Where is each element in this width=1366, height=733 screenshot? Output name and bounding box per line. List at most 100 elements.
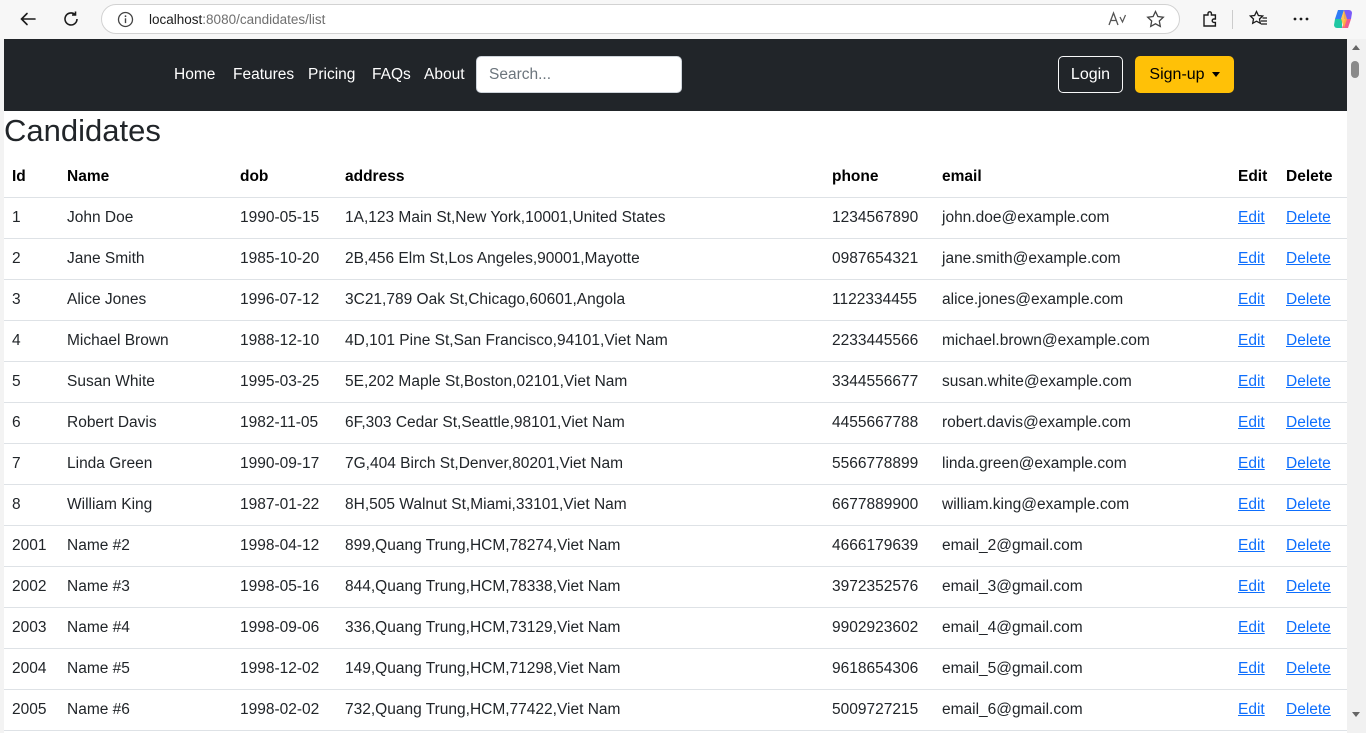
delete-link[interactable]: Delete	[1286, 332, 1331, 349]
table-body: 1 John Doe 1990-05-15 1A,123 Main St,New Yo…	[4, 197, 1347, 731]
refresh-icon[interactable]	[57, 5, 85, 33]
nav-link-faqs[interactable]: FAQs	[372, 66, 411, 84]
site-info-icon[interactable]	[117, 11, 134, 32]
cell-delete: Delete	[1278, 525, 1347, 567]
cell-phone: 2233445566	[824, 320, 934, 362]
nav-link-home[interactable]: Home	[174, 66, 215, 84]
copilot-icon[interactable]	[1329, 5, 1357, 33]
column-header-address: address	[337, 157, 824, 198]
cell-email: robert.davis@example.com	[934, 402, 1230, 444]
cell-delete: Delete	[1278, 279, 1347, 321]
delete-link[interactable]: Delete	[1286, 701, 1331, 718]
edit-link[interactable]: Edit	[1238, 660, 1265, 677]
delete-link[interactable]: Delete	[1286, 578, 1331, 595]
cell-address: 8H,505 Walnut St,Miami,33101,Viet Nam	[337, 484, 824, 526]
cell-name: Michael Brown	[59, 320, 232, 362]
cell-email: william.king@example.com	[934, 484, 1230, 526]
cell-edit: Edit	[1230, 320, 1278, 362]
delete-link[interactable]: Delete	[1286, 291, 1331, 308]
delete-link[interactable]: Delete	[1286, 209, 1331, 226]
cell-address: 6F,303 Cedar St,Seattle,98101,Viet Nam	[337, 402, 824, 444]
edit-link[interactable]: Edit	[1238, 537, 1265, 554]
back-arrow-icon[interactable]	[14, 5, 42, 33]
nav-link-about[interactable]: About	[424, 66, 465, 84]
cell-edit: Edit	[1230, 402, 1278, 444]
login-label: Login	[1070, 65, 1111, 83]
read-aloud-icon[interactable]	[1107, 11, 1127, 32]
cell-email: jane.smith@example.com	[934, 238, 1230, 280]
table-row: 2003 Name #4 1998-09-06 336,Quang Trung,HCM…	[4, 607, 1347, 649]
table-row: 2005 Name #6 1998-02-02 732,Quang Trung,HCM…	[4, 689, 1347, 731]
cell-dob: 1998-04-12	[232, 525, 337, 567]
edit-link[interactable]: Edit	[1238, 291, 1265, 308]
nav-link-features[interactable]: Features	[233, 66, 294, 84]
cell-phone: 4666179639	[824, 525, 934, 567]
cell-delete: Delete	[1278, 484, 1347, 526]
more-icon[interactable]	[1287, 5, 1315, 33]
cell-address: 899,Quang Trung,HCM,78274,Viet Nam	[337, 525, 824, 567]
scrollbar-thumb[interactable]	[1351, 61, 1359, 78]
vertical-scrollbar[interactable]	[1347, 39, 1366, 733]
browser-toolbar: localhost:8080/candidates/list	[0, 0, 1366, 39]
edit-link[interactable]: Edit	[1238, 496, 1265, 513]
edit-link[interactable]: Edit	[1238, 209, 1265, 226]
cell-email: john.doe@example.com	[934, 197, 1230, 239]
cell-name: William King	[59, 484, 232, 526]
cell-edit: Edit	[1230, 607, 1278, 649]
edit-link[interactable]: Edit	[1238, 373, 1265, 390]
extensions-icon[interactable]	[1196, 5, 1224, 33]
address-bar[interactable]: localhost:8080/candidates/list	[101, 4, 1180, 34]
cell-delete: Delete	[1278, 443, 1347, 485]
cell-delete: Delete	[1278, 648, 1347, 690]
table-row: 2 Jane Smith 1985-10-20 2B,456 Elm St,Los A…	[4, 238, 1347, 280]
cell-name: Name #4	[59, 607, 232, 649]
edit-link[interactable]: Edit	[1238, 250, 1265, 267]
url-path: :8080/candidates/list	[202, 12, 326, 27]
delete-link[interactable]: Delete	[1286, 619, 1331, 636]
login-button[interactable]: Login	[1058, 56, 1123, 93]
cell-address: 732,Quang Trung,HCM,77422,Viet Nam	[337, 689, 824, 731]
delete-link[interactable]: Delete	[1286, 496, 1331, 513]
cell-address: 4D,101 Pine St,San Francisco,94101,Viet …	[337, 320, 824, 362]
cell-edit: Edit	[1230, 566, 1278, 608]
cell-edit: Edit	[1230, 648, 1278, 690]
edit-link[interactable]: Edit	[1238, 414, 1265, 431]
delete-link[interactable]: Delete	[1286, 455, 1331, 472]
delete-link[interactable]: Delete	[1286, 373, 1331, 390]
edit-link[interactable]: Edit	[1238, 455, 1265, 472]
signup-dropdown-button[interactable]: Sign-up	[1135, 56, 1234, 93]
caret-down-icon	[1211, 72, 1220, 77]
edit-link[interactable]: Edit	[1238, 701, 1265, 718]
delete-link[interactable]: Delete	[1286, 414, 1331, 431]
url-host: localhost	[149, 12, 203, 27]
edit-link[interactable]: Edit	[1238, 619, 1265, 636]
delete-link[interactable]: Delete	[1286, 660, 1331, 677]
cell-phone: 1234567890	[824, 197, 934, 239]
cell-phone: 6677889900	[824, 484, 934, 526]
search-input[interactable]	[476, 56, 682, 93]
cell-name: Name #5	[59, 648, 232, 690]
column-header-dob: dob	[232, 157, 337, 198]
delete-link[interactable]: Delete	[1286, 250, 1331, 267]
scroll-up-arrow-icon[interactable]	[1352, 45, 1360, 50]
cell-email: email_3@gmail.com	[934, 566, 1230, 608]
edit-link[interactable]: Edit	[1238, 578, 1265, 595]
nav-link-pricing[interactable]: Pricing	[308, 66, 355, 84]
delete-link[interactable]: Delete	[1286, 537, 1331, 554]
page-title: Candidates	[4, 113, 161, 148]
cell-email: email_4@gmail.com	[934, 607, 1230, 649]
scroll-down-arrow-icon[interactable]	[1352, 712, 1360, 717]
cell-address: 336,Quang Trung,HCM,73129,Viet Nam	[337, 607, 824, 649]
cell-id: 2002	[4, 566, 59, 608]
favorite-star-icon[interactable]	[1146, 9, 1165, 33]
edit-link[interactable]: Edit	[1238, 332, 1265, 349]
cell-id: 1	[4, 197, 59, 239]
cell-id: 2001	[4, 525, 59, 567]
cell-dob: 1990-05-15	[232, 197, 337, 239]
cell-delete: Delete	[1278, 566, 1347, 608]
cell-edit: Edit	[1230, 525, 1278, 567]
favorites-icon[interactable]	[1244, 5, 1272, 33]
cell-edit: Edit	[1230, 238, 1278, 280]
cell-id: 6	[4, 402, 59, 444]
cell-dob: 1996-07-12	[232, 279, 337, 321]
